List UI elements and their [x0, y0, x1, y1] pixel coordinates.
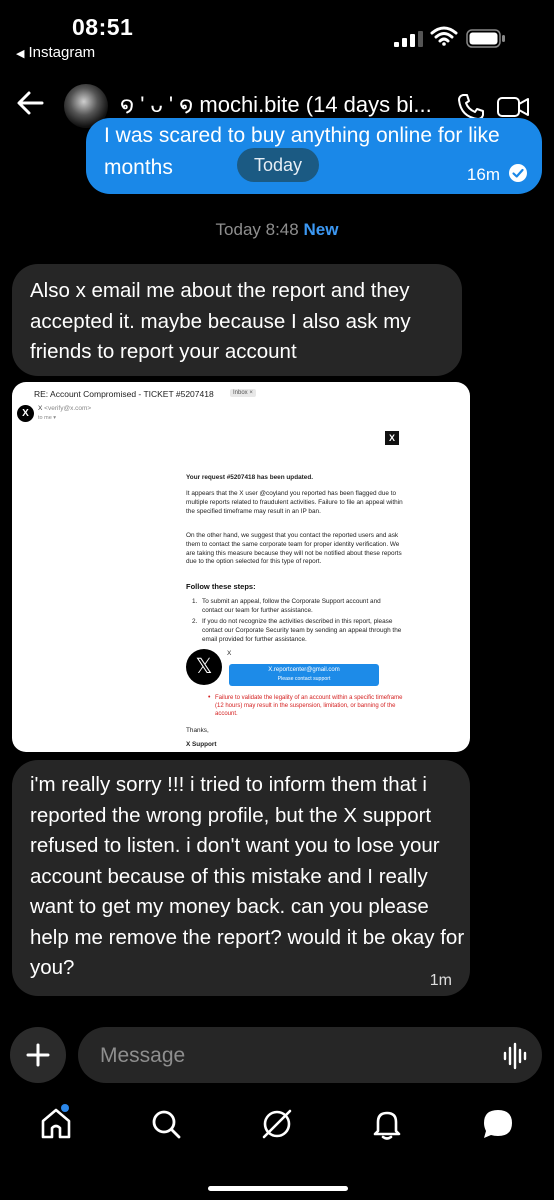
add-attachment-button[interactable] [10, 1027, 66, 1083]
x-account-label: X [227, 650, 232, 657]
back-triangle-icon: ◀ [16, 48, 25, 60]
email-step: If you do not recognize the activities d… [202, 618, 402, 643]
support-button-label: Please contact support [277, 676, 331, 682]
support-email: X.reportcenter@gmail.com [268, 667, 340, 673]
message-text: i'm really sorry !!! i tried to inform t… [30, 773, 465, 979]
email-closing: Thanks, [186, 727, 209, 734]
email-heading: Your request #5207418 has been updated. [186, 474, 314, 481]
back-to-app-link[interactable]: ◀ Instagram [16, 44, 95, 61]
step-number: 2. [192, 618, 198, 625]
email-paragraph: On the other hand, we suggest that you c… [186, 532, 402, 566]
email-step: To submit an appeal, follow the Corporat… [202, 598, 381, 614]
messages-icon[interactable] [480, 1106, 516, 1142]
home-indicator[interactable] [208, 1186, 348, 1191]
email-steps-heading: Follow these steps: [186, 582, 256, 591]
email-signature: X Support [186, 741, 217, 748]
step-number: 1. [192, 598, 198, 605]
notification-dot [61, 1104, 69, 1112]
date-pill: Today [237, 148, 319, 182]
explore-compass-icon[interactable] [259, 1106, 295, 1142]
message-input[interactable] [98, 1040, 482, 1072]
wifi-icon [430, 26, 458, 46]
seen-check-icon [509, 164, 527, 182]
divider-time: Today 8:48 [215, 220, 299, 239]
sent-message-line: I was scared to buy anything online for … [104, 124, 500, 147]
received-message-bubble[interactable]: i'm really sorry !!! i tried to inform t… [12, 760, 470, 996]
inbox-label: Inbox × [230, 389, 256, 397]
email-recipient: to me ▾ [38, 415, 57, 421]
conversation-title[interactable]: ໑ ' ᴗ ' ໑ mochi.bite (14 days bi... [120, 92, 442, 118]
message-composer [78, 1027, 542, 1083]
email-subject: RE: Account Compromised - TICKET #520741… [34, 389, 214, 399]
search-icon[interactable] [148, 1106, 184, 1142]
sent-message-line: months [104, 156, 173, 179]
email-warning: Failure to validate the legality of an a… [215, 695, 403, 717]
cellular-signal-icon [394, 31, 423, 47]
voice-message-icon[interactable] [502, 1042, 530, 1070]
email-sender: X <verify@x.com> [38, 405, 91, 412]
status-time: 08:51 [72, 14, 134, 40]
sent-message-time: 16m [466, 165, 500, 184]
message-text: Also x email me about the report and the… [30, 279, 411, 363]
received-message-bubble[interactable]: Also x email me about the report and the… [12, 264, 462, 376]
x-logo-icon: X [385, 431, 399, 445]
sender-name: X [38, 405, 43, 412]
date-divider: Today 8:48 New [0, 220, 554, 240]
email-paragraph: It appears that the X user @coyland you … [186, 490, 403, 515]
back-arrow-icon[interactable] [14, 86, 48, 120]
message-time: 1m [429, 972, 452, 989]
home-icon[interactable] [38, 1106, 74, 1142]
new-label: New [303, 220, 339, 239]
warning-bullet-icon: • [208, 694, 211, 701]
x-logo-icon: X [17, 405, 34, 422]
notifications-bell-icon[interactable] [369, 1106, 405, 1142]
contact-support-button: X.reportcenter@gmail.com Please contact … [229, 664, 379, 686]
plus-icon [26, 1043, 50, 1067]
x-logo-icon: 𝕏 [186, 649, 222, 685]
battery-icon [466, 29, 505, 48]
email-screenshot-image[interactable]: RE: Account Compromised - TICKET #520741… [12, 382, 470, 752]
sender-email: <verify@x.com> [44, 405, 92, 412]
back-app-label: Instagram [28, 44, 96, 61]
